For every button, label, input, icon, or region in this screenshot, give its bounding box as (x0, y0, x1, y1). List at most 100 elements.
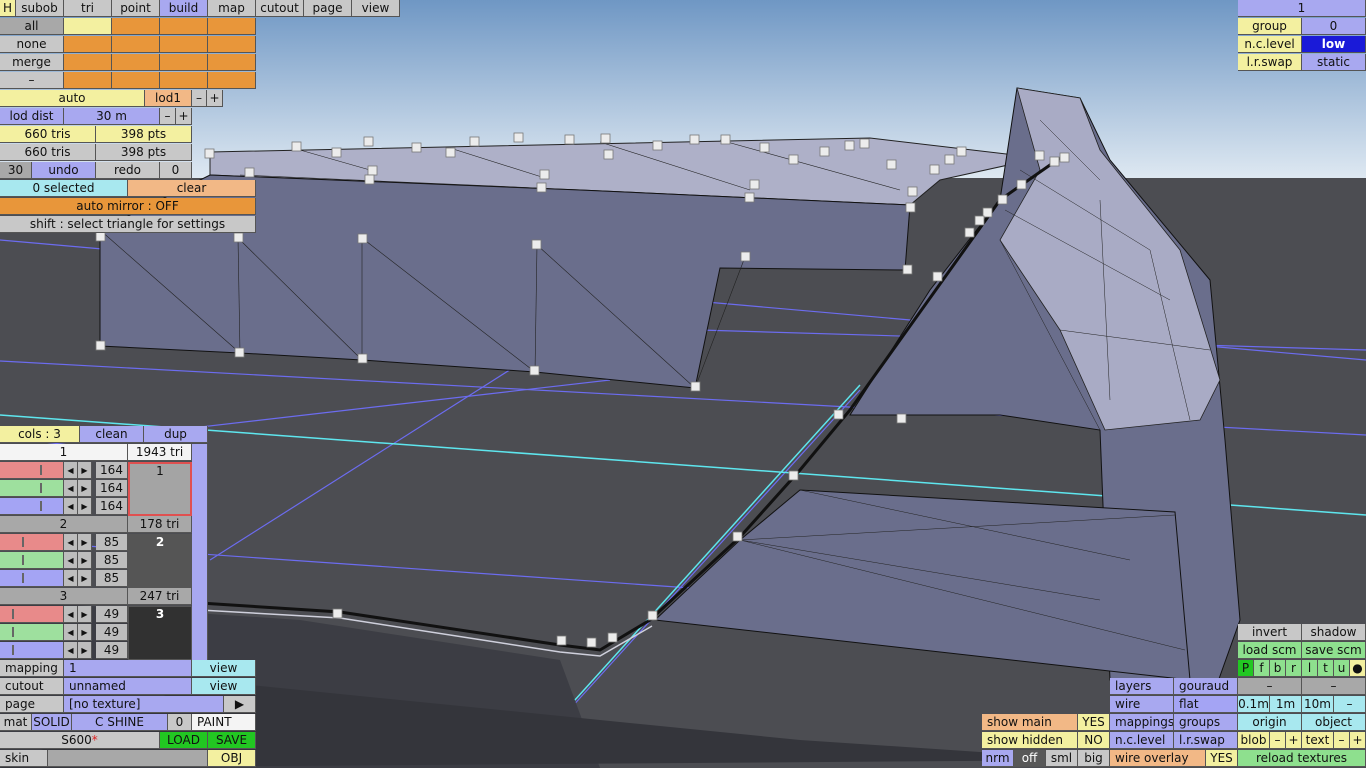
group-number[interactable]: 1 (1238, 0, 1366, 17)
text-plus-button[interactable]: + (1350, 732, 1366, 749)
text-minus-button[interactable]: – (1334, 732, 1350, 749)
tab-cutout[interactable]: cutout (256, 0, 304, 17)
paint-button[interactable]: PAINT (192, 714, 256, 731)
shadow-button[interactable]: shadow (1302, 624, 1366, 641)
wire-button[interactable]: wire (1110, 696, 1174, 713)
lod-auto-button[interactable]: auto (0, 90, 145, 107)
select-none-button[interactable]: none (0, 36, 64, 53)
red-slider[interactable] (0, 462, 64, 479)
lod-dist-plus-button[interactable]: + (176, 108, 192, 125)
lod-level-button[interactable]: lod1 (145, 90, 192, 107)
dist-01m-button[interactable]: 0.1m (1238, 696, 1270, 713)
arrow-left-icon[interactable]: ◀ (64, 642, 78, 659)
grid-cell[interactable] (208, 18, 256, 35)
cutout-value[interactable]: unnamed (64, 678, 192, 695)
color-swatch[interactable]: 3 (128, 606, 192, 660)
flag-f[interactable]: f (1254, 660, 1270, 677)
blue-value[interactable]: 85 (96, 570, 128, 587)
arrow-right-icon[interactable]: ▶ (78, 606, 92, 623)
grid-cell[interactable] (112, 54, 160, 71)
invert-button[interactable]: invert (1238, 624, 1302, 641)
green-slider[interactable] (0, 552, 64, 569)
blob-plus-button[interactable]: + (1286, 732, 1302, 749)
groups-button[interactable]: groups (1174, 714, 1238, 731)
gouraud-button[interactable]: gouraud (1174, 678, 1238, 695)
arrow-right-icon[interactable]: ▶ (78, 462, 92, 479)
grid-cell[interactable] (64, 54, 112, 71)
dash-button[interactable]: – (1238, 678, 1302, 695)
dup-button[interactable]: dup (144, 426, 208, 443)
green-slider[interactable] (0, 480, 64, 497)
flat-button[interactable]: flat (1174, 696, 1238, 713)
red-slider[interactable] (0, 606, 64, 623)
show-hidden-toggle[interactable]: NO (1078, 732, 1110, 749)
arrow-left-icon[interactable]: ◀ (64, 624, 78, 641)
tab-build[interactable]: build (160, 0, 208, 17)
view-nrm-button[interactable]: nrm (982, 750, 1014, 767)
grid-cell[interactable] (160, 72, 208, 89)
solid-button[interactable]: SOLID (32, 714, 72, 731)
page-next-icon[interactable]: ▶ (224, 696, 256, 713)
tab-map[interactable]: map (208, 0, 256, 17)
blue-slider[interactable] (0, 570, 64, 587)
model-name[interactable]: S600* (0, 732, 160, 749)
load-button[interactable]: LOAD (160, 732, 208, 749)
layers-button[interactable]: layers (1110, 678, 1174, 695)
dist-minus-button[interactable]: – (1334, 696, 1366, 713)
mapping-view-button[interactable]: view (192, 660, 256, 677)
lod-dist-minus-button[interactable]: – (160, 108, 176, 125)
grid-cell[interactable] (112, 18, 160, 35)
lod-minus-button[interactable]: – (192, 90, 207, 107)
mappings-button[interactable]: mappings (1110, 714, 1174, 731)
nc-level-button[interactable]: n.c.level (1110, 732, 1174, 749)
tab-subob[interactable]: subob (16, 0, 64, 17)
flag-l[interactable]: l (1302, 660, 1318, 677)
green-value[interactable]: 85 (96, 552, 128, 569)
blob-minus-button[interactable]: – (1270, 732, 1286, 749)
load-scm-button[interactable]: load scm (1238, 642, 1302, 659)
reload-textures-button[interactable]: reload textures (1238, 750, 1366, 767)
undo-button[interactable]: undo (32, 162, 96, 179)
grid-cell[interactable] (112, 36, 160, 53)
view-off-button[interactable]: off (1014, 750, 1046, 767)
color-swatch[interactable]: 2 (128, 534, 192, 588)
grid-cell[interactable] (160, 54, 208, 71)
lod-dist-value[interactable]: 30 m (64, 108, 160, 125)
origin-button[interactable]: origin (1238, 714, 1302, 731)
nc-level-value[interactable]: low (1302, 36, 1366, 53)
arrow-left-icon[interactable]: ◀ (64, 552, 78, 569)
colors-scrollbar[interactable] (192, 444, 208, 660)
tab-view[interactable]: view (352, 0, 400, 17)
view-big-button[interactable]: big (1078, 750, 1110, 767)
red-value[interactable]: 49 (96, 606, 128, 623)
blue-slider[interactable] (0, 642, 64, 659)
green-value[interactable]: 164 (96, 480, 128, 497)
arrow-right-icon[interactable]: ▶ (78, 480, 92, 497)
lr-swap-button[interactable]: l.r.swap (1174, 732, 1238, 749)
grid-cell[interactable] (64, 72, 112, 89)
redo-button[interactable]: redo (96, 162, 160, 179)
clear-selection-button[interactable]: clear (128, 180, 256, 197)
object-button[interactable]: object (1302, 714, 1366, 731)
flag-p[interactable]: P (1238, 660, 1254, 677)
mapping-value[interactable]: 1 (64, 660, 192, 677)
save-button[interactable]: SAVE (208, 732, 256, 749)
arrow-left-icon[interactable]: ◀ (64, 570, 78, 587)
flag-r[interactable]: r (1286, 660, 1302, 677)
dash-button[interactable]: – (1302, 678, 1366, 695)
wire-overlay-button[interactable]: wire overlay (1110, 750, 1206, 767)
grid-cell[interactable] (208, 54, 256, 71)
cshine-button[interactable]: C SHINE (72, 714, 168, 731)
arrow-right-icon[interactable]: ▶ (78, 624, 92, 641)
select-all-button[interactable]: all (0, 18, 64, 35)
tab-h[interactable]: H (0, 0, 16, 17)
arrow-right-icon[interactable]: ▶ (78, 552, 92, 569)
arrow-right-icon[interactable]: ▶ (78, 498, 92, 515)
blue-slider[interactable] (0, 498, 64, 515)
arrow-right-icon[interactable]: ▶ (78, 534, 92, 551)
grid-cell[interactable] (64, 36, 112, 53)
grid-cell[interactable] (208, 72, 256, 89)
grid-cell[interactable] (112, 72, 160, 89)
blue-value[interactable]: 164 (96, 498, 128, 515)
arrow-left-icon[interactable]: ◀ (64, 480, 78, 497)
